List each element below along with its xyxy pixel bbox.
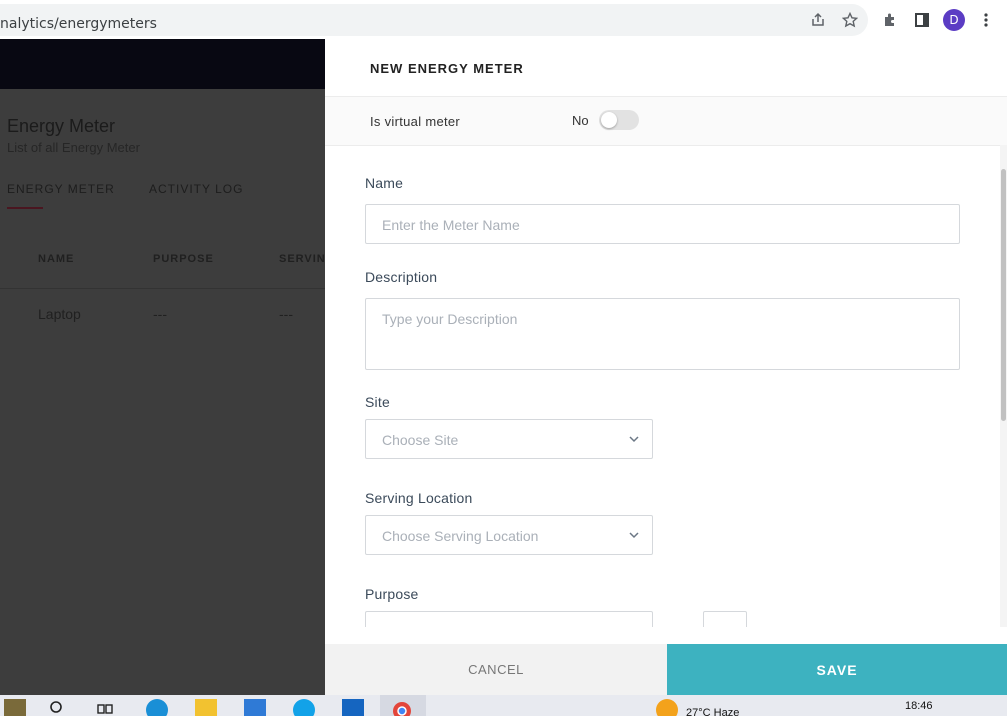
scrollbar-thumb[interactable] (1001, 169, 1006, 421)
page-title: Energy Meter (7, 116, 116, 136)
virtual-meter-label: Is virtual meter (370, 114, 461, 129)
serving-location-select[interactable]: Choose Serving Location (365, 515, 653, 555)
description-textarea[interactable]: Type your Description (365, 298, 960, 370)
bookmark-star-icon[interactable] (840, 10, 860, 30)
address-bar[interactable]: nalytics/energymeters (0, 4, 868, 36)
side-panel-icon[interactable] (912, 10, 932, 30)
add-purpose-button[interactable] (703, 611, 747, 627)
mail-icon[interactable] (342, 699, 364, 716)
site-placeholder: Choose Site (382, 432, 459, 448)
store-icon[interactable] (244, 699, 266, 716)
skype-icon[interactable] (293, 699, 315, 716)
widget-icon[interactable] (4, 699, 26, 716)
task-view-icon[interactable] (96, 699, 118, 716)
chevron-down-icon (629, 436, 639, 443)
purpose-label: Purpose (365, 586, 419, 602)
background-page-overlay[interactable]: Energy Meter List of all Energy Meter EN… (0, 39, 325, 695)
share-icon[interactable] (808, 10, 828, 30)
column-header-purpose: PURPOSE (153, 253, 214, 265)
table-cell-serving: --- (279, 306, 293, 322)
file-explorer-icon[interactable] (195, 699, 217, 716)
new-energy-meter-panel: NEW ENERGY METER Is virtual meter No Nam… (325, 39, 1007, 695)
panel-title: NEW ENERGY METER (370, 61, 524, 76)
active-tab-indicator (7, 207, 43, 209)
name-label: Name (365, 175, 404, 191)
toggle-knob (601, 112, 617, 128)
search-icon[interactable] (48, 699, 70, 716)
save-button[interactable]: SAVE (667, 644, 1007, 695)
panel-footer: CANCEL SAVE (325, 644, 1007, 695)
more-menu-icon[interactable] (976, 10, 996, 30)
tab-energy-meter[interactable]: ENERGY METER (7, 182, 115, 196)
name-placeholder: Enter the Meter Name (382, 217, 520, 233)
app-header-bar (0, 39, 325, 89)
edge-browser-icon[interactable] (146, 699, 168, 716)
clock[interactable]: 18:46 (905, 700, 933, 712)
site-label: Site (365, 394, 390, 410)
cancel-button[interactable]: CANCEL (325, 644, 667, 695)
site-select[interactable]: Choose Site (365, 419, 653, 459)
windows-taskbar: 27°C Haze 18:46 (0, 695, 1007, 716)
chevron-down-icon (629, 532, 639, 539)
profile-avatar[interactable]: D (943, 9, 965, 31)
extensions-icon[interactable] (880, 10, 900, 30)
name-input[interactable]: Enter the Meter Name (365, 204, 960, 244)
chrome-taskbar-button[interactable] (380, 695, 426, 716)
browser-toolbar: nalytics/energymeters D (0, 0, 1007, 40)
serving-location-placeholder: Choose Serving Location (382, 528, 539, 544)
virtual-meter-toggle[interactable] (599, 110, 639, 130)
meter-form: Name Enter the Meter Name Description Ty… (325, 145, 1007, 627)
column-header-serving: SERVIN (279, 253, 325, 265)
virtual-meter-row: Is virtual meter No (325, 96, 1007, 146)
tab-activity-log[interactable]: ACTIVITY LOG (149, 182, 243, 196)
table-cell-name: Laptop (38, 306, 81, 322)
table-cell-purpose: --- (153, 306, 167, 322)
purpose-select[interactable] (365, 611, 653, 627)
table-divider (0, 288, 325, 289)
weather-icon[interactable] (656, 699, 678, 716)
weather-text[interactable]: 27°C Haze (686, 707, 739, 716)
serving-location-label: Serving Location (365, 490, 473, 506)
description-placeholder: Type your Description (382, 311, 518, 327)
column-header-name: NAME (38, 253, 75, 265)
page-subtitle: List of all Energy Meter (7, 140, 140, 155)
url-text[interactable]: nalytics/energymeters (0, 16, 157, 32)
panel-scrollbar[interactable] (1000, 145, 1007, 627)
virtual-meter-value: No (572, 113, 589, 128)
description-label: Description (365, 269, 438, 285)
